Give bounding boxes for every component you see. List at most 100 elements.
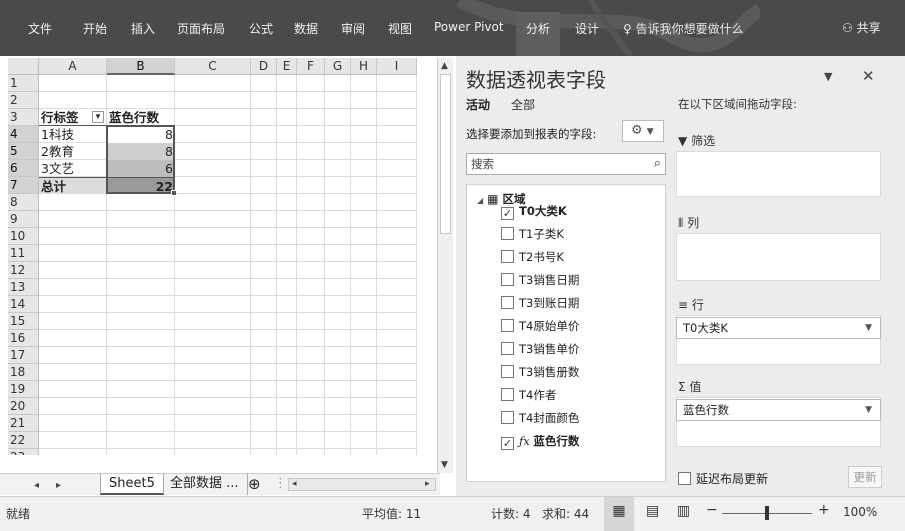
- share-button[interactable]: ⚇ 共享: [842, 19, 881, 36]
- prev-sheet-icon[interactable]: ◂: [34, 480, 39, 491]
- column-header-c[interactable]: C: [175, 58, 251, 75]
- field-item[interactable]: T2书号K: [501, 249, 564, 265]
- defer-layout-checkbox[interactable]: 延迟布局更新: [678, 470, 768, 487]
- scroll-up-icon[interactable]: ▲: [441, 61, 448, 71]
- column-header-d[interactable]: D: [251, 58, 277, 75]
- row-header-10[interactable]: 10: [8, 228, 39, 245]
- row-header-16[interactable]: 16: [8, 330, 39, 347]
- field-item[interactable]: T3到账日期: [501, 295, 579, 311]
- column-header-i[interactable]: I: [377, 58, 417, 75]
- page-break-view-icon[interactable]: ▥: [677, 503, 690, 519]
- row-header-9[interactable]: 9: [8, 211, 39, 228]
- horizontal-scrollbar[interactable]: ◂ ▸: [288, 478, 436, 491]
- row-header-6[interactable]: 6: [8, 160, 39, 177]
- row-header-11[interactable]: 11: [8, 245, 39, 262]
- pivot-value-header[interactable]: 蓝色行数: [107, 109, 175, 126]
- column-header-f[interactable]: F: [297, 58, 325, 75]
- row-header-5[interactable]: 5: [8, 143, 39, 160]
- field-item[interactable]: ✓ T0大类K: [501, 203, 567, 220]
- sheet-tab-all-data[interactable]: 全部数据 ...: [162, 474, 248, 495]
- row-header-2[interactable]: 2: [8, 92, 39, 109]
- tab-analyze[interactable]: 分析: [516, 12, 561, 56]
- pivot-row-item[interactable]: 1科技: [39, 126, 107, 143]
- collapse-icon[interactable]: ◢: [477, 196, 483, 205]
- columns-drop-zone[interactable]: [676, 233, 881, 281]
- field-search-input[interactable]: 搜索 ⌕: [466, 153, 666, 175]
- fill-handle[interactable]: [171, 190, 177, 196]
- vertical-scroll-thumb[interactable]: [440, 74, 451, 234]
- values-field-item[interactable]: 蓝色行数 ▼: [676, 399, 881, 421]
- row-header-14[interactable]: 14: [8, 296, 39, 313]
- checkbox-icon[interactable]: [501, 273, 514, 286]
- field-item[interactable]: T1子类K: [501, 226, 564, 242]
- scroll-right-icon[interactable]: ▸: [425, 479, 430, 489]
- column-header-h[interactable]: H: [351, 58, 377, 75]
- checkbox-icon[interactable]: [501, 227, 514, 240]
- zoom-level[interactable]: 100%: [843, 505, 877, 519]
- pivot-value-cell[interactable]: 6: [107, 160, 175, 177]
- row-header-23[interactable]: 23: [8, 449, 39, 455]
- tab-insert[interactable]: 插入: [131, 20, 155, 37]
- filter-dropdown-icon[interactable]: ▾: [92, 111, 104, 123]
- pivot-row-item[interactable]: 3文艺: [39, 160, 107, 177]
- row-header-1[interactable]: 1: [8, 75, 39, 92]
- row-header-20[interactable]: 20: [8, 398, 39, 415]
- field-item[interactable]: T4封面颜色: [501, 410, 579, 426]
- normal-view-icon[interactable]: ▦: [604, 497, 634, 531]
- tab-page-layout[interactable]: 页面布局: [177, 20, 225, 37]
- checkbox-icon[interactable]: [501, 250, 514, 263]
- checkbox-icon[interactable]: [501, 296, 514, 309]
- chevron-down-icon[interactable]: ▼: [865, 400, 872, 420]
- zoom-out-icon[interactable]: −: [706, 502, 718, 518]
- row-header-18[interactable]: 18: [8, 364, 39, 381]
- row-header-7[interactable]: 7: [8, 177, 39, 194]
- checkbox-icon[interactable]: [501, 388, 514, 401]
- column-header-e[interactable]: E: [277, 58, 297, 75]
- zoom-in-icon[interactable]: +: [818, 502, 830, 518]
- chevron-down-icon[interactable]: ▼: [865, 318, 872, 338]
- pivot-row-label-header[interactable]: 行标签 ▾: [39, 109, 107, 126]
- select-all-corner[interactable]: [8, 58, 39, 75]
- row-header-4[interactable]: 4: [8, 126, 39, 143]
- page-layout-view-icon[interactable]: ▤: [646, 503, 659, 519]
- field-item[interactable]: T4原始单价: [501, 318, 579, 334]
- row-header-13[interactable]: 13: [8, 279, 39, 296]
- column-header-a[interactable]: A: [39, 58, 107, 75]
- update-button[interactable]: 更新: [848, 466, 882, 488]
- filter-drop-zone[interactable]: [676, 151, 881, 197]
- scroll-down-icon[interactable]: ▼: [441, 460, 448, 470]
- row-header-15[interactable]: 15: [8, 313, 39, 330]
- column-header-b[interactable]: B: [107, 58, 175, 75]
- tab-file[interactable]: 文件: [28, 20, 52, 37]
- pivot-value-cell[interactable]: 8: [107, 143, 175, 160]
- close-icon[interactable]: ✕: [862, 67, 875, 85]
- pivot-row-item[interactable]: 2教育: [39, 143, 107, 160]
- field-item[interactable]: T3销售日期: [501, 272, 579, 288]
- field-item[interactable]: T3销售册数: [501, 364, 579, 380]
- row-header-17[interactable]: 17: [8, 347, 39, 364]
- tab-view[interactable]: 视图: [388, 20, 412, 37]
- pivot-total-value[interactable]: 22: [107, 177, 175, 194]
- row-header-19[interactable]: 19: [8, 381, 39, 398]
- tab-power-pivot[interactable]: Power Pivot: [434, 20, 504, 34]
- row-header-21[interactable]: 21: [8, 415, 39, 432]
- row-header-12[interactable]: 12: [8, 262, 39, 279]
- checkbox-icon[interactable]: [501, 365, 514, 378]
- sheet-tab-sheet5[interactable]: Sheet5: [100, 474, 164, 495]
- pivot-value-cell[interactable]: 8: [107, 126, 175, 143]
- checkbox-checked-icon[interactable]: ✓: [501, 207, 514, 220]
- tab-home[interactable]: 开始: [83, 20, 107, 37]
- vertical-scrollbar[interactable]: ▲ ▼: [437, 58, 453, 473]
- tab-active-fields[interactable]: 活动: [466, 96, 490, 113]
- row-header-22[interactable]: 22: [8, 432, 39, 449]
- pane-options-dropdown-icon[interactable]: ▼: [824, 70, 832, 83]
- pivot-total-label[interactable]: 总计: [39, 177, 107, 194]
- checkbox-icon[interactable]: [501, 342, 514, 355]
- field-item[interactable]: T4作者: [501, 387, 556, 403]
- tab-data[interactable]: 数据: [294, 20, 318, 37]
- column-header-g[interactable]: G: [325, 58, 351, 75]
- checkbox-icon[interactable]: [501, 319, 514, 332]
- tell-me-box[interactable]: ♀ 告诉我你想要做什么: [623, 20, 744, 37]
- checkbox-checked-icon[interactable]: ✓: [501, 437, 514, 450]
- tab-all-fields[interactable]: 全部: [511, 96, 535, 113]
